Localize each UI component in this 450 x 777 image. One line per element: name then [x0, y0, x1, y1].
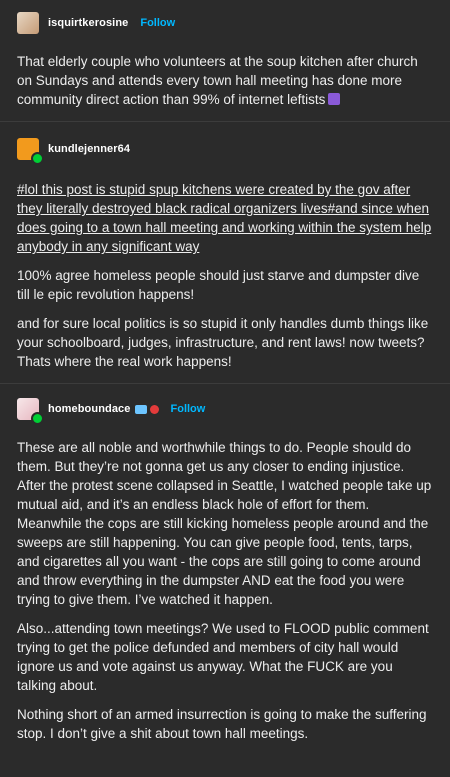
- follow-button[interactable]: Follow: [140, 17, 175, 29]
- username[interactable]: isquirtkerosine: [48, 17, 128, 29]
- post-1: isquirtkerosine Follow That elderly coup…: [0, 0, 450, 121]
- post-text: Also...attending town meetings? We used …: [17, 621, 429, 693]
- badge-icon: [134, 404, 147, 414]
- post-text: and for sure local politics is so stupid…: [17, 316, 429, 369]
- post-text: These are all noble and worthwhile thing…: [17, 440, 432, 607]
- username[interactable]: kundlejenner64: [48, 143, 130, 155]
- badges: [134, 404, 159, 414]
- post-text: That elderly couple who volunteers at th…: [17, 54, 418, 107]
- post-3: homeboundace Follow These are all noble …: [0, 383, 450, 743]
- post-tags[interactable]: #lol this post is stupid spup kitchens w…: [17, 180, 433, 256]
- post-header: kundlejenner64: [17, 126, 433, 172]
- post-2: kundlejenner64 #lol this post is stupid …: [0, 121, 450, 371]
- badge-icon: [149, 404, 159, 414]
- post-header: homeboundace Follow: [17, 386, 433, 432]
- post-text: 100% agree homeless people should just s…: [17, 268, 420, 302]
- username[interactable]: homeboundace: [48, 403, 131, 415]
- avatar[interactable]: [17, 12, 39, 34]
- purple-alien-emoji-icon: [328, 93, 341, 105]
- reblog-icon: [31, 412, 44, 425]
- post-text: Nothing short of an armed insurrection i…: [17, 707, 427, 741]
- avatar[interactable]: [17, 138, 44, 165]
- reblog-icon: [31, 152, 44, 165]
- avatar[interactable]: [17, 398, 44, 425]
- follow-button[interactable]: Follow: [171, 403, 206, 415]
- post-header: isquirtkerosine Follow: [17, 0, 433, 46]
